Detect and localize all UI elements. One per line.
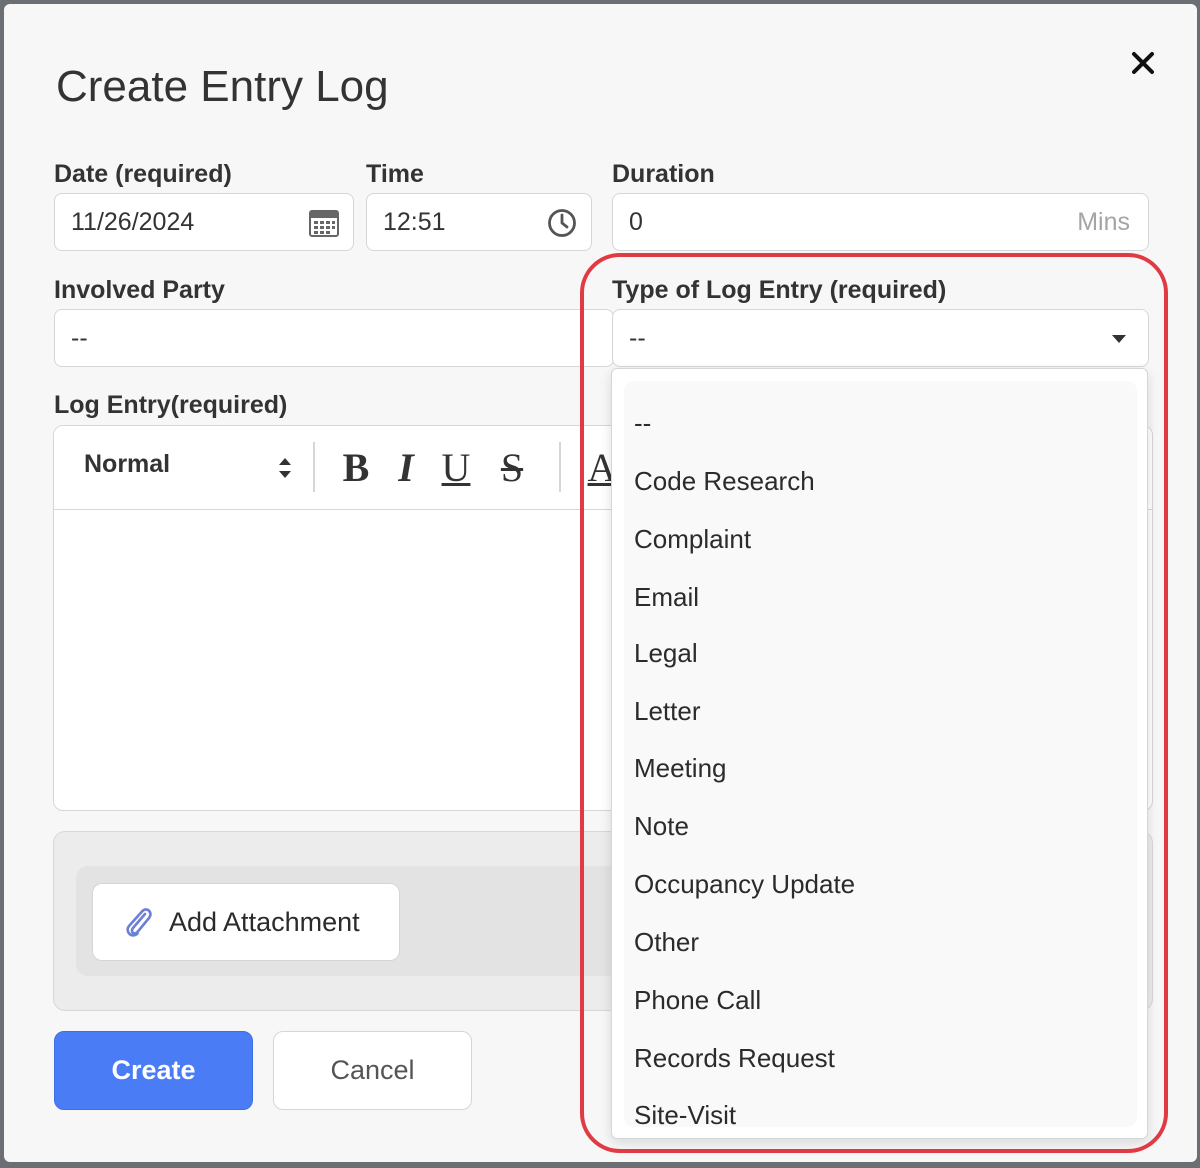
bold-button[interactable]: B [334, 442, 378, 494]
date-label: Date (required) [54, 160, 232, 188]
dropdown-option[interactable]: Phone Call [634, 974, 1124, 1026]
dropdown-list: -- Code Research Complaint Email Legal L… [624, 381, 1137, 1130]
log-type-select[interactable]: -- [612, 309, 1149, 367]
time-value: 12:51 [383, 208, 446, 236]
format-select-value: Normal [84, 450, 171, 478]
date-field[interactable]: 11/26/2024 [54, 193, 354, 251]
format-select[interactable]: Normal [84, 450, 294, 486]
dropdown-option[interactable]: Site-Visit [634, 1089, 1124, 1141]
dropdown-option[interactable]: Email [634, 571, 1124, 623]
dialog-title: Create Entry Log [56, 62, 389, 111]
dropdown-option[interactable]: -- [634, 397, 1124, 449]
toolbar-divider [313, 442, 315, 492]
dropdown-option[interactable]: Code Research [634, 455, 1124, 507]
dropdown-option[interactable]: Note [634, 800, 1124, 852]
select-arrows-icon [279, 458, 291, 478]
log-type-value: -- [629, 324, 646, 352]
underline-button[interactable]: U [434, 442, 478, 494]
duration-label: Duration [612, 160, 715, 188]
caret-down-icon [1102, 322, 1136, 356]
add-attachment-label: Add Attachment [169, 906, 360, 937]
dropdown-option[interactable]: Legal [634, 627, 1124, 679]
add-attachment-button[interactable]: Add Attachment [92, 883, 400, 961]
duration-value: 0 [629, 208, 643, 236]
duration-unit: Mins [1077, 208, 1130, 236]
close-icon [1132, 52, 1154, 74]
log-type-label: Type of Log Entry (required) [612, 276, 947, 304]
duration-field[interactable]: 0 Mins [612, 193, 1149, 251]
clock-icon[interactable] [545, 206, 579, 240]
involved-party-label: Involved Party [54, 276, 225, 304]
time-label: Time [366, 160, 424, 188]
cancel-button[interactable]: Cancel [273, 1031, 472, 1110]
dropdown-option[interactable]: Occupancy Update [634, 858, 1124, 910]
dropdown-option[interactable]: Letter [634, 685, 1124, 737]
log-entry-label: Log Entry(required) [54, 391, 288, 419]
date-value: 11/26/2024 [71, 208, 195, 236]
time-field[interactable]: 12:51 [366, 193, 592, 251]
create-button[interactable]: Create [54, 1031, 253, 1110]
italic-button[interactable]: I [384, 442, 428, 494]
toolbar-divider [559, 442, 561, 492]
involved-party-field[interactable]: -- [54, 309, 614, 367]
dropdown-option[interactable]: Complaint [634, 513, 1124, 565]
calendar-icon[interactable] [307, 206, 341, 240]
close-button[interactable] [1126, 46, 1160, 80]
involved-party-value: -- [71, 324, 88, 352]
strikethrough-button[interactable]: S [490, 442, 534, 494]
paperclip-icon [126, 908, 152, 937]
dropdown-option[interactable]: Other [634, 916, 1124, 968]
dropdown-option[interactable]: Records Request [634, 1032, 1124, 1084]
dropdown-option[interactable]: Meeting [634, 742, 1124, 794]
log-type-dropdown: -- Code Research Complaint Email Legal L… [611, 368, 1148, 1139]
